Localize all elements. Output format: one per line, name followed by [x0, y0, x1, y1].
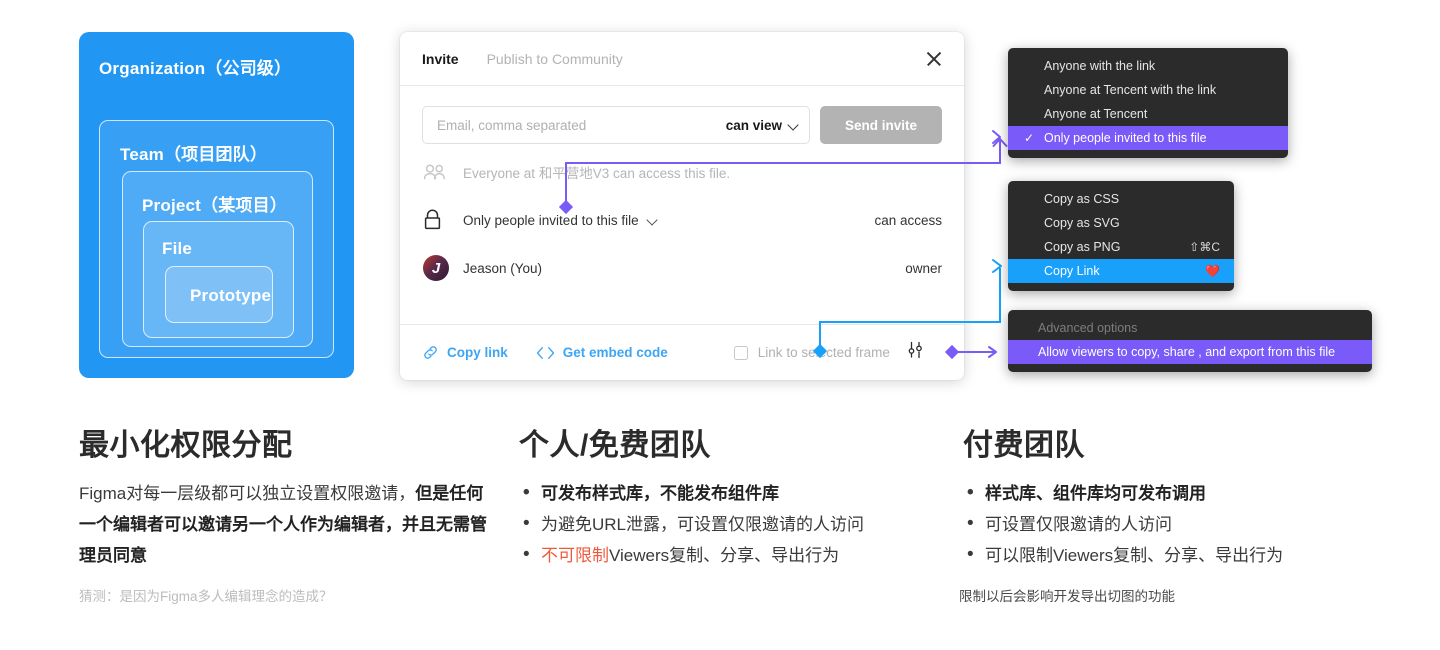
list-item: 不可限制Viewers复制、分享、导出行为 — [519, 539, 949, 571]
access-row-everyone-label: Everyone at 和平营地V3 can access this file. — [463, 166, 731, 181]
list-item: 为避免URL泄露，可设置仅限邀请的人访问 — [519, 508, 949, 540]
hierarchy-box-file: File Prototype — [143, 221, 294, 338]
menu-item-label: Allow viewers to copy, share , and expor… — [1038, 345, 1336, 359]
column-bullet-list: 可发布样式库，不能发布组件库 为避免URL泄露，可设置仅限邀请的人访问 不可限制… — [519, 477, 949, 571]
code-brackets-icon — [536, 346, 554, 359]
menu-item-copy-as-png[interactable]: Copy as PNG ⇧⌘C — [1008, 235, 1234, 259]
tab-publish-to-community[interactable]: Publish to Community — [487, 51, 623, 67]
email-input[interactable] — [437, 117, 726, 133]
dialog-footer: Copy link Get embed code Link to selecte… — [400, 324, 964, 380]
hierarchy-label-team: Team（项目团队） — [120, 145, 268, 164]
menu-item-label: Anyone with the link — [1044, 59, 1156, 73]
column-heading: 个人/免费团队 — [519, 429, 711, 462]
visibility-menu[interactable]: Anyone with the link Anyone at Tencent w… — [1008, 48, 1288, 158]
hierarchy-label-file: File — [162, 239, 193, 258]
menu-item-label: Only people invited to this file — [1044, 131, 1207, 145]
lock-icon — [423, 209, 463, 231]
menu-item-shortcut: ⇧⌘C — [1189, 240, 1220, 254]
visibility-dropdown-label: Only people invited to this file — [463, 212, 639, 228]
column-note-1: 猜测：是因为Figma多人编辑理念的造成？ — [79, 589, 333, 604]
avatar: J — [423, 255, 463, 281]
access-row-owner: J Jeason (You) owner — [422, 244, 942, 292]
link-to-selected-frame-checkbox[interactable] — [733, 345, 748, 360]
email-field-wrapper[interactable]: can view — [422, 106, 810, 144]
owner-name: Jeason (You) — [463, 260, 543, 276]
hierarchy-label-project: Project（某项目） — [142, 196, 288, 215]
poster-canvas: Organization（公司级） Team（项目团队） Project（某项目… — [0, 0, 1440, 650]
column-paragraph-plain: Figma对每一层级都可以独立设置权限邀请， — [79, 484, 416, 503]
list-item-rest: Viewers复制、分享、导出行为 — [609, 546, 840, 565]
menu-item-allow-viewers-copy[interactable]: Allow viewers to copy, share , and expor… — [1008, 340, 1372, 364]
link-to-selected-frame-label: Link to selected frame — [757, 345, 890, 360]
menu-item-advanced-options: Advanced options — [1008, 316, 1372, 340]
hierarchy-label-organization: Organization（公司级） — [99, 59, 292, 78]
settings-sliders-icon[interactable] — [906, 341, 926, 364]
column-paragraph: Figma对每一层级都可以独立设置权限邀请，但是任何一个编辑者可以邀请另一个人作… — [79, 478, 499, 571]
menu-item-label: Copy as SVG — [1044, 216, 1120, 230]
access-row-visibility: Only people invited to this file can acc… — [422, 196, 942, 244]
menu-item-label: Copy Link — [1044, 264, 1100, 278]
menu-item-copy-as-css[interactable]: Copy as CSS — [1008, 187, 1234, 211]
menu-item-label: Advanced options — [1038, 321, 1138, 335]
list-item-red: 不可限制 — [541, 546, 609, 565]
list-item: 可发布样式库，不能发布组件库 — [519, 477, 949, 509]
menu-item-anyone-with-link[interactable]: Anyone with the link — [1008, 54, 1288, 78]
visibility-right-label: can access — [874, 212, 942, 228]
heart-icon: ❤️ — [1205, 264, 1220, 278]
chevron-down-icon — [648, 216, 656, 224]
get-embed-code-button[interactable]: Get embed code — [536, 345, 668, 360]
menu-item-copy-as-svg[interactable]: Copy as SVG — [1008, 211, 1234, 235]
menu-item-label: Copy as PNG — [1044, 240, 1121, 254]
copy-link-button[interactable]: Copy link — [422, 344, 508, 361]
link-to-selected-frame-checkbox-wrap[interactable]: Link to selected frame — [733, 345, 890, 360]
visibility-dropdown[interactable]: Only people invited to this file — [463, 213, 656, 228]
hierarchy-box-project: Project（某项目） File Prototype — [122, 171, 313, 347]
menu-item-only-people-invited[interactable]: ✓ Only people invited to this file — [1008, 126, 1288, 150]
list-item: 可设置仅限邀请的人访问 — [963, 508, 1393, 540]
people-icon — [423, 164, 463, 180]
column-heading: 付费团队 — [963, 429, 1085, 462]
column-note-3: 限制以后会影响开发导出切图的功能 — [959, 589, 1175, 604]
menu-item-label: Anyone at Tencent with the link — [1044, 83, 1217, 97]
send-invite-button[interactable]: Send invite — [820, 106, 942, 144]
menu-item-label: Copy as CSS — [1044, 192, 1120, 206]
permission-select-label: can view — [725, 117, 782, 133]
chevron-down-icon — [789, 121, 797, 129]
list-item: 可以限制Viewers复制、分享、导出行为 — [963, 539, 1393, 571]
access-list: Everyone at 和平营地V3 can access this file.… — [422, 148, 942, 292]
close-icon[interactable] — [924, 49, 944, 69]
permission-select[interactable]: can view — [726, 118, 797, 133]
column-bullet-list: 样式库、组件库均可发布调用 可设置仅限邀请的人访问 可以限制Viewers复制、… — [963, 477, 1393, 571]
hierarchy-box-team: Team（项目团队） Project（某项目） File Prototype — [99, 120, 334, 358]
owner-role: owner — [905, 260, 942, 276]
access-row-everyone: Everyone at 和平营地V3 can access this file. — [422, 148, 942, 196]
dialog-body: can view Send invite — [400, 86, 964, 292]
link-icon — [424, 346, 437, 359]
dialog-header: Invite Publish to Community — [400, 32, 964, 86]
get-embed-code-label: Get embed code — [562, 345, 668, 360]
menu-item-label: Anyone at Tencent — [1044, 107, 1148, 121]
column-free-team: 个人/免费团队 可发布样式库，不能发布组件库 为避免URL泄露，可设置仅限邀请的… — [519, 420, 949, 571]
check-icon: ✓ — [1024, 131, 1035, 145]
menu-item-anyone-at-tencent[interactable]: Anyone at Tencent — [1008, 102, 1288, 126]
invite-row: can view Send invite — [422, 106, 942, 144]
menu-item-anyone-at-tencent-with-link[interactable]: Anyone at Tencent with the link — [1008, 78, 1288, 102]
copy-menu[interactable]: Copy as CSS Copy as SVG Copy as PNG ⇧⌘C … — [1008, 181, 1234, 291]
tab-invite[interactable]: Invite — [422, 51, 459, 67]
hierarchy-label-prototype: Prototype — [190, 286, 272, 305]
copy-link-label: Copy link — [447, 345, 508, 360]
column-paid-team: 付费团队 样式库、组件库均可发布调用 可设置仅限邀请的人访问 可以限制Viewe… — [963, 420, 1393, 571]
column-minimal-permissions: 最小化权限分配 Figma对每一层级都可以独立设置权限邀请，但是任何一个编辑者可… — [79, 420, 499, 571]
hierarchy-box-prototype: Prototype — [165, 266, 273, 323]
menu-item-copy-link[interactable]: Copy Link ❤️ — [1008, 259, 1234, 283]
hierarchy-diagram: Organization（公司级） Team（项目团队） Project（某项目… — [79, 32, 354, 378]
list-item: 样式库、组件库均可发布调用 — [963, 477, 1393, 509]
avatar-initial: J — [423, 255, 449, 281]
share-dialog: Invite Publish to Community can view Sen… — [400, 32, 964, 380]
column-heading: 最小化权限分配 — [79, 429, 293, 462]
advanced-options-menu[interactable]: Advanced options Allow viewers to copy, … — [1008, 310, 1372, 372]
